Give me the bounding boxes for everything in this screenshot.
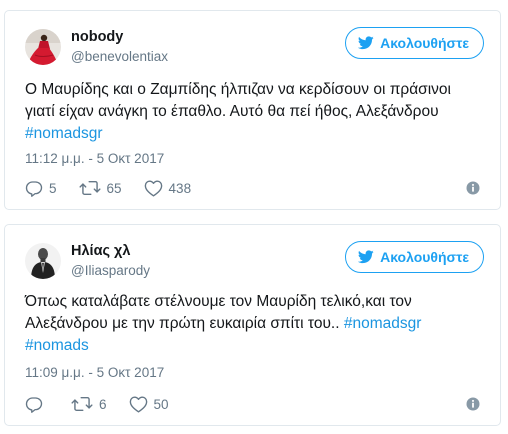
tweet-text-line: γιατί είχαν ανάγκη το έπαθλο. Αυτό θα πε… bbox=[25, 103, 439, 120]
reply-count: 5 bbox=[49, 180, 57, 196]
tweet-card[interactable]: nobody @benevolentiax Ακολουθήστε Ο Μαυρ… bbox=[4, 10, 501, 210]
reply-icon bbox=[25, 397, 43, 413]
twitter-bird-icon bbox=[358, 36, 374, 50]
hashtag-link[interactable]: #nomadsgr bbox=[344, 315, 422, 332]
like-button[interactable]: 438 bbox=[144, 179, 192, 197]
follow-button[interactable]: Ακολουθήστε bbox=[345, 241, 484, 273]
heart-icon bbox=[144, 179, 162, 197]
tweet-text-line: Όπως καταλάβατε στέλνουμε τον Μαυρίδη τε… bbox=[25, 293, 412, 310]
avatar[interactable] bbox=[25, 29, 61, 65]
twitter-bird-icon bbox=[358, 250, 374, 264]
tweet-text-line: Αλεξάνδρου με την πρώτη ευκαιρία σπίτι τ… bbox=[25, 315, 344, 332]
tweet-timestamp[interactable]: 11:12 μ.μ. - 5 Οκτ 2017 bbox=[25, 151, 164, 166]
embedded-tweets-feed: nobody @benevolentiax Ακολουθήστε Ο Μαυρ… bbox=[0, 0, 508, 434]
tweet-text-line: Ο Μαυρίδης και ο Ζαμπίδης ήλπιζαν να κερ… bbox=[25, 81, 451, 98]
hashtag-link[interactable]: #nomads bbox=[25, 337, 89, 354]
follow-button-label: Ακολουθήστε bbox=[380, 35, 469, 51]
tweet-actions: 6 50 bbox=[25, 394, 480, 414]
follow-button[interactable]: Ακολουθήστε bbox=[345, 27, 484, 59]
red-dress-avatar-icon bbox=[25, 29, 61, 65]
like-count: 50 bbox=[153, 396, 169, 412]
retweet-button[interactable]: 65 bbox=[78, 179, 122, 197]
user-handle[interactable]: @Iliasparody bbox=[71, 263, 150, 278]
info-icon[interactable] bbox=[466, 397, 480, 411]
man-in-suit-avatar-icon bbox=[25, 243, 61, 279]
hashtag-link[interactable]: #nomadsgr bbox=[25, 125, 103, 142]
retweet-count: 65 bbox=[106, 180, 122, 196]
reply-button[interactable] bbox=[25, 395, 49, 413]
user-name[interactable]: Ηλίας χλ bbox=[71, 243, 130, 259]
retweet-count: 6 bbox=[99, 396, 107, 412]
info-icon[interactable] bbox=[466, 181, 480, 195]
tweet-timestamp[interactable]: 11:09 μ.μ. - 5 Οκτ 2017 bbox=[25, 365, 164, 380]
avatar[interactable] bbox=[25, 243, 61, 279]
like-count: 438 bbox=[168, 180, 192, 196]
tweet-text: Όπως καταλάβατε στέλνουμε τον Μαυρίδη τε… bbox=[25, 291, 486, 357]
user-handle[interactable]: @benevolentiax bbox=[71, 49, 168, 64]
tweet-card[interactable]: Ηλίας χλ @Iliasparody Ακολουθήστε Όπως κ… bbox=[4, 224, 501, 426]
reply-button[interactable]: 5 bbox=[25, 179, 57, 197]
retweet-icon bbox=[78, 181, 101, 195]
retweet-icon bbox=[71, 397, 93, 411]
retweet-button[interactable]: 6 bbox=[71, 395, 107, 413]
tweet-text: Ο Μαυρίδης και ο Ζαμπίδης ήλπιζαν να κερ… bbox=[25, 79, 486, 145]
heart-icon bbox=[129, 395, 147, 413]
follow-button-label: Ακολουθήστε bbox=[380, 249, 469, 265]
user-name[interactable]: nobody bbox=[71, 29, 123, 45]
like-button[interactable]: 50 bbox=[129, 395, 169, 413]
reply-icon bbox=[25, 181, 43, 197]
tweet-actions: 5 65 438 bbox=[25, 178, 480, 198]
